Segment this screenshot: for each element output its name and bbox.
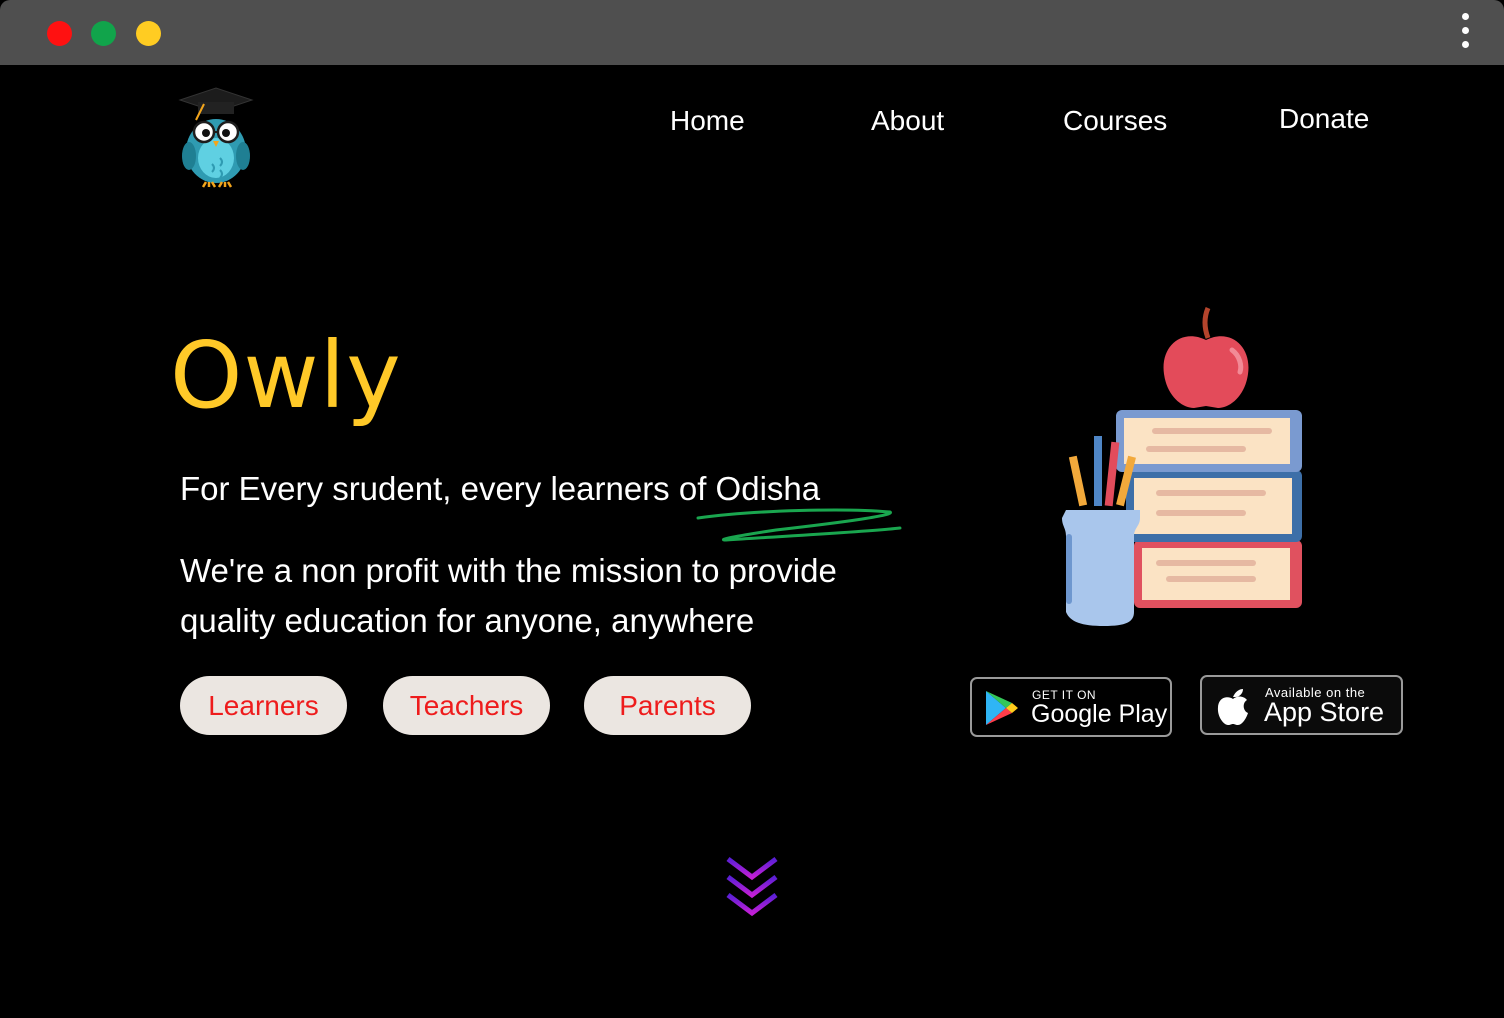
hero-mission: We're a non profit with the mission to p… — [180, 546, 940, 646]
teachers-button[interactable]: Teachers — [383, 676, 550, 735]
books-apple-illustration — [1062, 307, 1302, 626]
google-play-icon — [986, 691, 1018, 725]
nav-home[interactable]: Home — [670, 105, 745, 137]
window-titlebar — [0, 0, 1504, 65]
app-store-big-text: App Store — [1264, 697, 1385, 727]
parents-button[interactable]: Parents — [584, 676, 751, 735]
mission-line-2: quality education for anyone, anywhere — [180, 602, 755, 639]
app-store-badge[interactable]: Available on the App Store — [1200, 675, 1403, 735]
nav-donate[interactable]: Donate — [1279, 103, 1369, 135]
nav-about[interactable]: About — [871, 105, 944, 137]
mission-line-1: We're a non profit with the mission to p… — [180, 552, 837, 589]
google-play-badge[interactable]: GET IT ON Google Play — [970, 677, 1172, 737]
learners-button[interactable]: Learners — [180, 676, 347, 735]
kebab-menu-icon[interactable] — [1460, 13, 1470, 53]
hero-title: Owly — [170, 322, 402, 429]
underline-scribble-icon — [696, 508, 902, 542]
apple-icon — [1217, 689, 1248, 725]
maximize-window-button[interactable] — [91, 21, 116, 46]
main-nav: Home About Courses Donate — [0, 103, 1504, 143]
minimize-window-button[interactable] — [136, 21, 161, 46]
google-play-big-text: Google Play — [1031, 700, 1168, 728]
triple-chevron-down-icon[interactable] — [722, 853, 782, 921]
hero-tagline: For Every srudent, every learners of Odi… — [180, 470, 821, 507]
close-window-button[interactable] — [47, 21, 72, 46]
nav-courses[interactable]: Courses — [1063, 105, 1167, 137]
